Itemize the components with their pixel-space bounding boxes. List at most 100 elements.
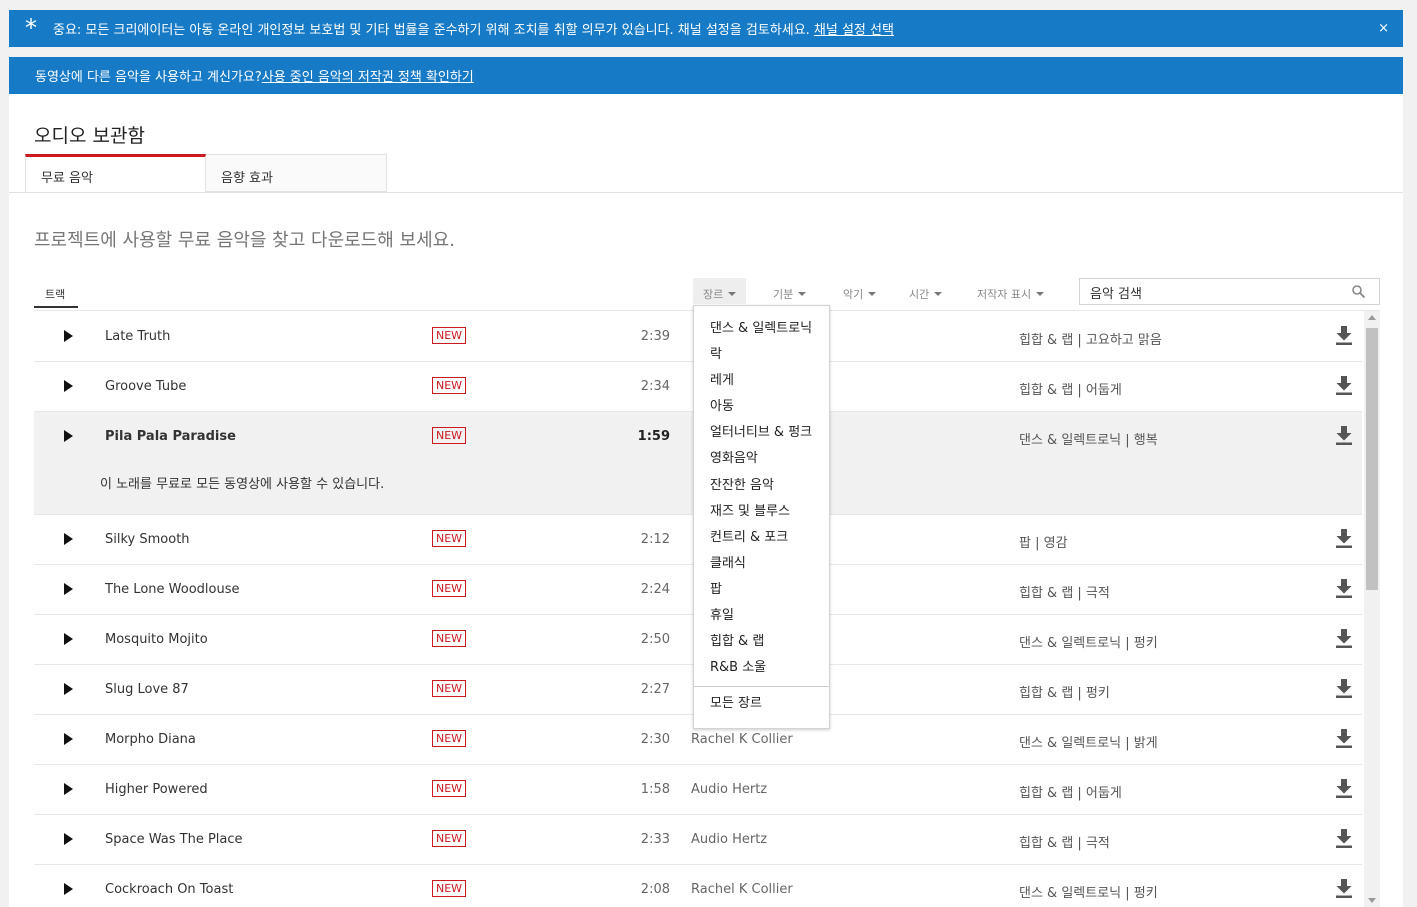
play-icon[interactable] (64, 683, 73, 695)
download-icon[interactable] (1335, 879, 1353, 899)
caret-down-icon (1036, 292, 1045, 296)
new-badge: NEW (432, 427, 467, 444)
track-list-scrollbar[interactable] (1364, 311, 1380, 907)
download-icon[interactable] (1335, 579, 1353, 599)
track-genre-mood: 힙합 & 랩 | 어둡게 (1019, 786, 1122, 801)
tab-free-music[interactable]: 무료 음악 (25, 154, 206, 192)
download-icon[interactable] (1335, 529, 1353, 549)
scroll-up-icon[interactable] (1368, 315, 1376, 320)
filter-bar: 트랙 장르 기분 악기 시간 저작자 표시 음악 검색 (34, 278, 1380, 311)
download-icon[interactable] (1335, 426, 1353, 446)
track-duration: 2:08 (640, 882, 670, 897)
new-badge: NEW (432, 377, 467, 394)
play-icon[interactable] (64, 883, 73, 895)
genre-option[interactable]: 힙합 & 랩 (694, 630, 829, 656)
track-title: Morpho Diana (105, 732, 196, 747)
genre-filter[interactable]: 장르 (693, 278, 747, 304)
channel-settings-link[interactable]: 채널 설정 선택 (814, 23, 894, 38)
track-duration: 2:27 (640, 682, 670, 697)
library-tabs: 무료 음악 음향 효과 (25, 154, 387, 192)
play-icon[interactable] (64, 833, 73, 845)
download-icon[interactable] (1335, 679, 1353, 699)
instrument-filter[interactable]: 악기 (843, 278, 877, 304)
track-description: 이 노래를 무료로 모든 동영상에 사용할 수 있습니다. (100, 477, 385, 492)
attribution-filter[interactable]: 저작자 표시 (977, 278, 1045, 304)
close-icon[interactable]: × (1378, 21, 1389, 36)
genre-option[interactable]: 컨트리 & 포크 (694, 526, 829, 552)
track-row[interactable]: Higher Powered NEW 1:58 Audio Hertz 힙합 & 랩 |… (34, 765, 1362, 815)
page-subtitle: 프로젝트에 사용할 무료 음악을 찾고 다운로드해 보세요. (34, 230, 455, 251)
track-row[interactable]: Cockroach On Toast NEW 2:08 Rachel K Collie… (34, 865, 1362, 907)
duration-filter[interactable]: 시간 (909, 278, 943, 304)
download-icon[interactable] (1335, 629, 1353, 649)
caret-down-icon (868, 292, 877, 296)
track-artist: Audio Hertz (691, 782, 768, 797)
download-icon[interactable] (1335, 326, 1353, 346)
genre-option[interactable]: 락 (694, 343, 829, 369)
download-icon[interactable] (1335, 729, 1353, 749)
track-duration: 1:58 (640, 782, 670, 797)
attribution-filter-label: 저작자 표시 (977, 288, 1032, 301)
download-icon[interactable] (1335, 829, 1353, 849)
track-genre-mood: 댄스 & 일렉트로닉 | 밝게 (1019, 736, 1158, 751)
track-duration: 2:24 (640, 582, 670, 597)
scroll-down-icon[interactable] (1368, 898, 1376, 903)
legal-notice-text: 중요: 모든 크리에이터는 아동 온라인 개인정보 보호법 및 기타 법률을 준… (53, 19, 894, 38)
tabs-divider (9, 192, 1403, 193)
track-genre-mood: 힙합 & 랩 | 펑키 (1019, 686, 1110, 701)
track-title: Higher Powered (105, 782, 208, 797)
download-icon[interactable] (1335, 779, 1353, 799)
search-placeholder: 음악 검색 (1090, 287, 1142, 302)
tab-sound-effects[interactable]: 음향 효과 (206, 154, 387, 192)
genre-option[interactable]: 아동 (694, 395, 829, 421)
genre-option-all[interactable]: 모든 장르 (694, 692, 829, 718)
mood-filter-label: 기분 (773, 288, 794, 301)
page-title: 오디오 보관함 (34, 125, 145, 147)
search-input[interactable]: 음악 검색 (1079, 278, 1380, 305)
track-genre-mood: 힙합 & 랩 | 어둡게 (1019, 383, 1122, 398)
track-genre-mood: 댄스 & 일렉트로닉 | 펑키 (1019, 886, 1158, 901)
new-badge: NEW (432, 580, 467, 597)
track-genre-mood: 팝 | 영감 (1019, 536, 1068, 551)
genre-option[interactable]: 댄스 & 일렉트로닉 (694, 317, 829, 343)
new-badge: NEW (432, 530, 467, 547)
new-badge: NEW (432, 830, 467, 847)
new-badge: NEW (432, 880, 467, 897)
play-icon[interactable] (64, 733, 73, 745)
track-row[interactable]: Space Was The Place NEW 2:33 Audio Hertz 힙합 … (34, 815, 1362, 865)
music-policy-banner: 동영상에 다른 음악을 사용하고 계신가요? 사용 중인 음악의 저작권 정책 … (9, 57, 1403, 94)
play-icon[interactable] (64, 783, 73, 795)
genre-option[interactable]: 얼터너티브 & 펑크 (694, 421, 829, 447)
search-icon[interactable] (1352, 285, 1365, 298)
caret-down-icon (798, 292, 807, 296)
track-title: The Lone Woodlouse (105, 582, 240, 597)
track-title: Pila Pala Paradise (105, 429, 236, 444)
track-title: Late Truth (105, 329, 171, 344)
track-artist: Rachel K Collier (691, 882, 793, 897)
new-badge: NEW (432, 730, 467, 747)
track-duration: 2:33 (640, 832, 670, 847)
play-icon[interactable] (64, 583, 73, 595)
genre-option[interactable]: R&B 소울 (694, 656, 829, 682)
genre-option[interactable]: 레게 (694, 369, 829, 395)
play-icon[interactable] (64, 330, 73, 342)
genre-option[interactable]: 팝 (694, 578, 829, 604)
mood-filter[interactable]: 기분 (773, 278, 807, 304)
genre-option[interactable]: 클래식 (694, 552, 829, 578)
genre-option[interactable]: 영화음악 (694, 447, 829, 473)
tab-tracks[interactable]: 트랙 (34, 278, 78, 308)
genre-option[interactable]: 휴일 (694, 604, 829, 630)
play-icon[interactable] (64, 633, 73, 645)
download-icon[interactable] (1335, 376, 1353, 396)
play-icon[interactable] (64, 533, 73, 545)
play-icon[interactable] (64, 380, 73, 392)
track-genre-mood: 댄스 & 일렉트로닉 | 행복 (1019, 433, 1158, 448)
music-policy-link[interactable]: 사용 중인 음악의 저작권 정책 확인하기 (262, 66, 474, 85)
play-icon[interactable] (64, 430, 73, 442)
genre-option[interactable]: 잔잔한 음악 (694, 474, 829, 500)
legal-notice-message: 중요: 모든 크리에이터는 아동 온라인 개인정보 보호법 및 기타 법률을 준… (53, 23, 814, 38)
track-title: Silky Smooth (105, 532, 190, 547)
scrollbar-thumb[interactable] (1366, 328, 1378, 590)
new-badge: NEW (432, 630, 467, 647)
genre-option[interactable]: 재즈 및 블루스 (694, 500, 829, 526)
